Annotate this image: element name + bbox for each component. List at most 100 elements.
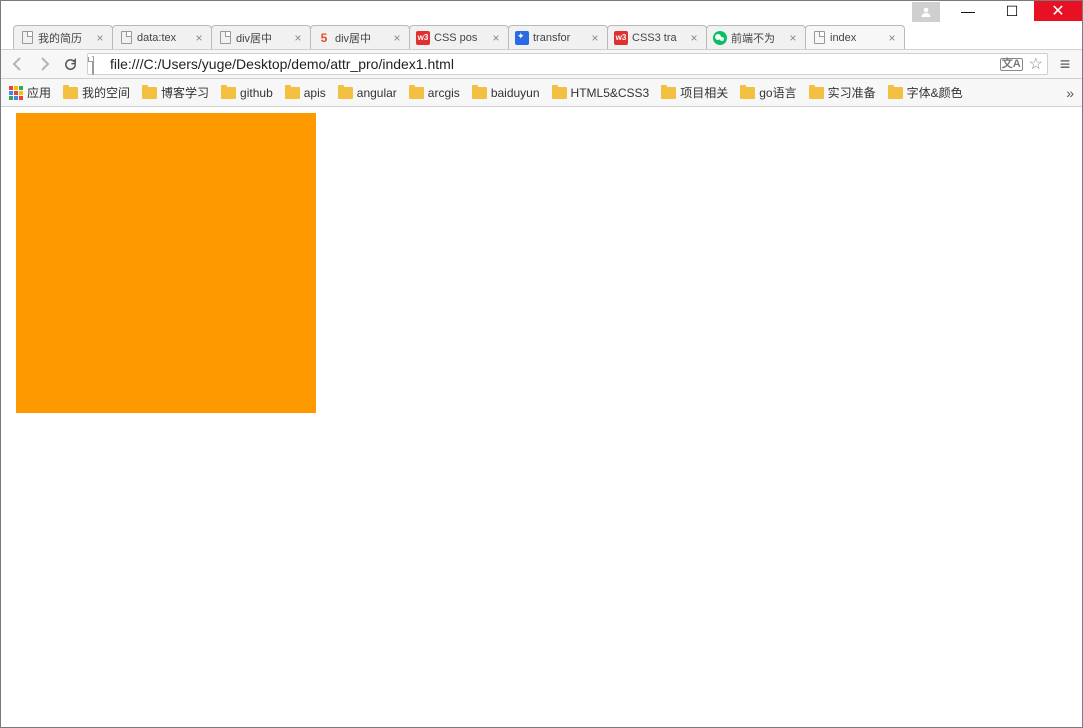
bookmark-folder[interactable]: angular bbox=[338, 84, 397, 101]
arrow-left-icon bbox=[10, 56, 26, 72]
translate-icon[interactable]: 文A bbox=[1000, 58, 1023, 71]
content-box bbox=[16, 113, 316, 413]
folder-icon bbox=[142, 87, 157, 99]
apps-label: 应用 bbox=[27, 84, 51, 101]
html5-icon: 5 bbox=[317, 31, 331, 45]
bookmark-label: 项目相关 bbox=[680, 84, 728, 101]
tab-close-icon[interactable]: × bbox=[886, 32, 898, 44]
browser-tab[interactable]: data:tex× bbox=[112, 25, 212, 49]
bookmark-folder[interactable]: go语言 bbox=[740, 84, 796, 101]
tab-close-icon[interactable]: × bbox=[589, 32, 601, 44]
document-icon bbox=[20, 31, 34, 45]
browser-tab[interactable]: transfor× bbox=[508, 25, 608, 49]
folder-icon bbox=[552, 87, 567, 99]
close-icon: ✕ bbox=[1051, 1, 1064, 21]
tab-title: CSS pos bbox=[434, 32, 490, 44]
bookmark-folder[interactable]: baiduyun bbox=[472, 84, 540, 101]
bookmark-label: 实习准备 bbox=[828, 84, 876, 101]
back-button[interactable] bbox=[9, 55, 27, 73]
maximize-icon: ☐ bbox=[1006, 3, 1019, 20]
toolbar: 文A ☆ ≡ bbox=[1, 49, 1082, 79]
hamburger-icon: ≡ bbox=[1060, 54, 1071, 75]
tab-close-icon[interactable]: × bbox=[193, 32, 205, 44]
browser-tab[interactable]: div居中× bbox=[211, 25, 311, 49]
url-input[interactable] bbox=[110, 56, 996, 72]
folder-icon bbox=[888, 87, 903, 99]
tab-close-icon[interactable]: × bbox=[292, 32, 304, 44]
browser-tab[interactable]: 我的简历× bbox=[13, 25, 113, 49]
bookmark-label: 字体&颜色 bbox=[907, 84, 963, 101]
document-icon bbox=[119, 31, 133, 45]
window-titlebar: — ☐ ✕ bbox=[1, 1, 1082, 23]
folder-icon bbox=[63, 87, 78, 99]
reload-button[interactable] bbox=[61, 55, 79, 73]
address-bar[interactable]: 文A ☆ bbox=[87, 53, 1048, 75]
arrow-right-icon bbox=[36, 56, 52, 72]
tab-close-icon[interactable]: × bbox=[490, 32, 502, 44]
tab-strip: 我的简历×data:tex×div居中×5div居中×w3CSS pos×tra… bbox=[1, 23, 1082, 49]
tab-title: 我的简历 bbox=[38, 30, 94, 46]
bookmark-label: HTML5&CSS3 bbox=[571, 86, 650, 100]
folder-icon bbox=[409, 87, 424, 99]
bookmark-folder[interactable]: arcgis bbox=[409, 84, 460, 101]
tab-close-icon[interactable]: × bbox=[787, 32, 799, 44]
reload-icon bbox=[63, 57, 78, 72]
tab-title: index bbox=[830, 32, 886, 44]
bookmark-label: 博客学习 bbox=[161, 84, 209, 101]
folder-icon bbox=[740, 87, 755, 99]
browser-tab[interactable]: index× bbox=[805, 25, 905, 49]
bookmark-label: 我的空间 bbox=[82, 84, 130, 101]
tab-title: data:tex bbox=[137, 32, 193, 44]
bookmark-label: baiduyun bbox=[491, 86, 540, 100]
browser-tab[interactable]: 前端不为× bbox=[706, 25, 806, 49]
tab-close-icon[interactable]: × bbox=[391, 32, 403, 44]
tab-title: 前端不为 bbox=[731, 30, 787, 46]
document-icon bbox=[812, 31, 826, 45]
bookmark-label: apis bbox=[304, 86, 326, 100]
bookmarks-overflow-button[interactable]: » bbox=[1066, 85, 1074, 101]
tab-title: CSS3 tra bbox=[632, 32, 688, 44]
folder-icon bbox=[338, 87, 353, 99]
forward-button[interactable] bbox=[35, 55, 53, 73]
chevron-right-icon: » bbox=[1066, 85, 1074, 101]
folder-icon bbox=[809, 87, 824, 99]
bookmark-label: angular bbox=[357, 86, 397, 100]
bookmark-folder[interactable]: 项目相关 bbox=[661, 84, 728, 101]
close-window-button[interactable]: ✕ bbox=[1034, 1, 1082, 21]
chrome-menu-button[interactable]: ≡ bbox=[1056, 54, 1074, 75]
browser-tab[interactable]: w3CSS pos× bbox=[409, 25, 509, 49]
tab-title: div居中 bbox=[236, 30, 292, 46]
bookmark-folder[interactable]: 实习准备 bbox=[809, 84, 876, 101]
apps-icon bbox=[9, 86, 23, 100]
bookmark-folder[interactable]: 我的空间 bbox=[63, 84, 130, 101]
folder-icon bbox=[285, 87, 300, 99]
bookmark-folder[interactable]: 博客学习 bbox=[142, 84, 209, 101]
browser-tab[interactable]: w3CSS3 tra× bbox=[607, 25, 707, 49]
omnibox-actions: 文A ☆ bbox=[1000, 54, 1043, 74]
bookmark-label: go语言 bbox=[759, 84, 796, 101]
tab-title: div居中 bbox=[335, 30, 391, 46]
bookmark-folder[interactable]: 字体&颜色 bbox=[888, 84, 963, 101]
profile-button[interactable] bbox=[912, 2, 940, 22]
bookmark-label: github bbox=[240, 86, 273, 100]
tab-close-icon[interactable]: × bbox=[688, 32, 700, 44]
folder-icon bbox=[472, 87, 487, 99]
bookmark-star-icon[interactable]: ☆ bbox=[1029, 54, 1043, 74]
bookmark-folder[interactable]: github bbox=[221, 84, 273, 101]
tab-title: transfor bbox=[533, 32, 589, 44]
baidu-icon bbox=[515, 31, 529, 45]
user-icon bbox=[920, 6, 932, 18]
minimize-icon: — bbox=[961, 3, 975, 19]
maximize-button[interactable]: ☐ bbox=[990, 1, 1034, 21]
minimize-button[interactable]: — bbox=[946, 1, 990, 21]
wechat-icon bbox=[713, 31, 727, 45]
bookmark-folder[interactable]: apis bbox=[285, 84, 326, 101]
folder-icon bbox=[661, 87, 676, 99]
apps-shortcut[interactable]: 应用 bbox=[9, 84, 51, 101]
bookmark-folder[interactable]: HTML5&CSS3 bbox=[552, 84, 650, 101]
tab-close-icon[interactable]: × bbox=[94, 32, 106, 44]
folder-icon bbox=[221, 87, 236, 99]
browser-tab[interactable]: 5 div居中× bbox=[310, 25, 410, 49]
page-viewport bbox=[2, 109, 1081, 726]
document-icon bbox=[218, 31, 232, 45]
